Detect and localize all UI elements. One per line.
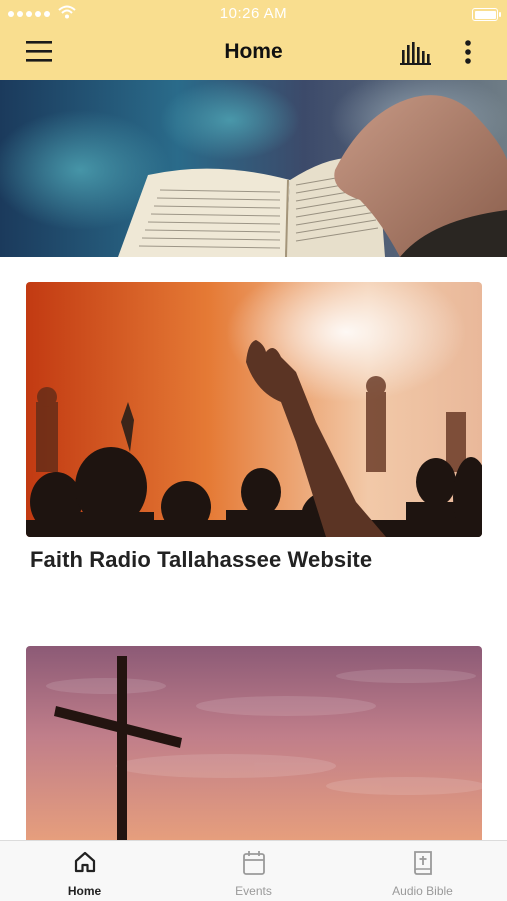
bible-icon — [413, 851, 432, 875]
page-title: Home — [224, 40, 283, 63]
more-options-button[interactable] — [455, 36, 481, 70]
tab-home[interactable]: Home — [0, 841, 169, 901]
card-title: Faith Radio Tallahassee Website — [30, 547, 373, 572]
status-time: 10:26 AM — [219, 5, 288, 22]
cross-sunset-image — [26, 646, 482, 846]
audio-player-button[interactable] — [394, 36, 434, 70]
tab-events[interactable]: Events — [169, 841, 338, 901]
app-header: 10:26 AM Home — [0, 0, 507, 80]
battery-icon — [472, 8, 501, 21]
tab-audio-bible[interactable]: Audio Bible — [338, 841, 507, 901]
tab-label: Home — [67, 884, 102, 898]
hero-image — [0, 80, 507, 257]
more-vertical-icon — [465, 40, 471, 64]
concert-worship-image — [26, 282, 482, 537]
tab-label: Events — [235, 884, 272, 898]
content-card[interactable]: Faith Radio Tallahassee Website — [26, 282, 482, 573]
tab-label: Audio Bible — [392, 884, 453, 898]
equalizer-icon — [400, 42, 431, 65]
calendar-icon — [242, 851, 265, 875]
bottom-tab-bar: Home Events Audio Bible — [0, 840, 507, 901]
content-card[interactable] — [26, 646, 482, 846]
home-icon — [74, 851, 95, 873]
status-bar: 10:26 AM — [0, 0, 507, 28]
